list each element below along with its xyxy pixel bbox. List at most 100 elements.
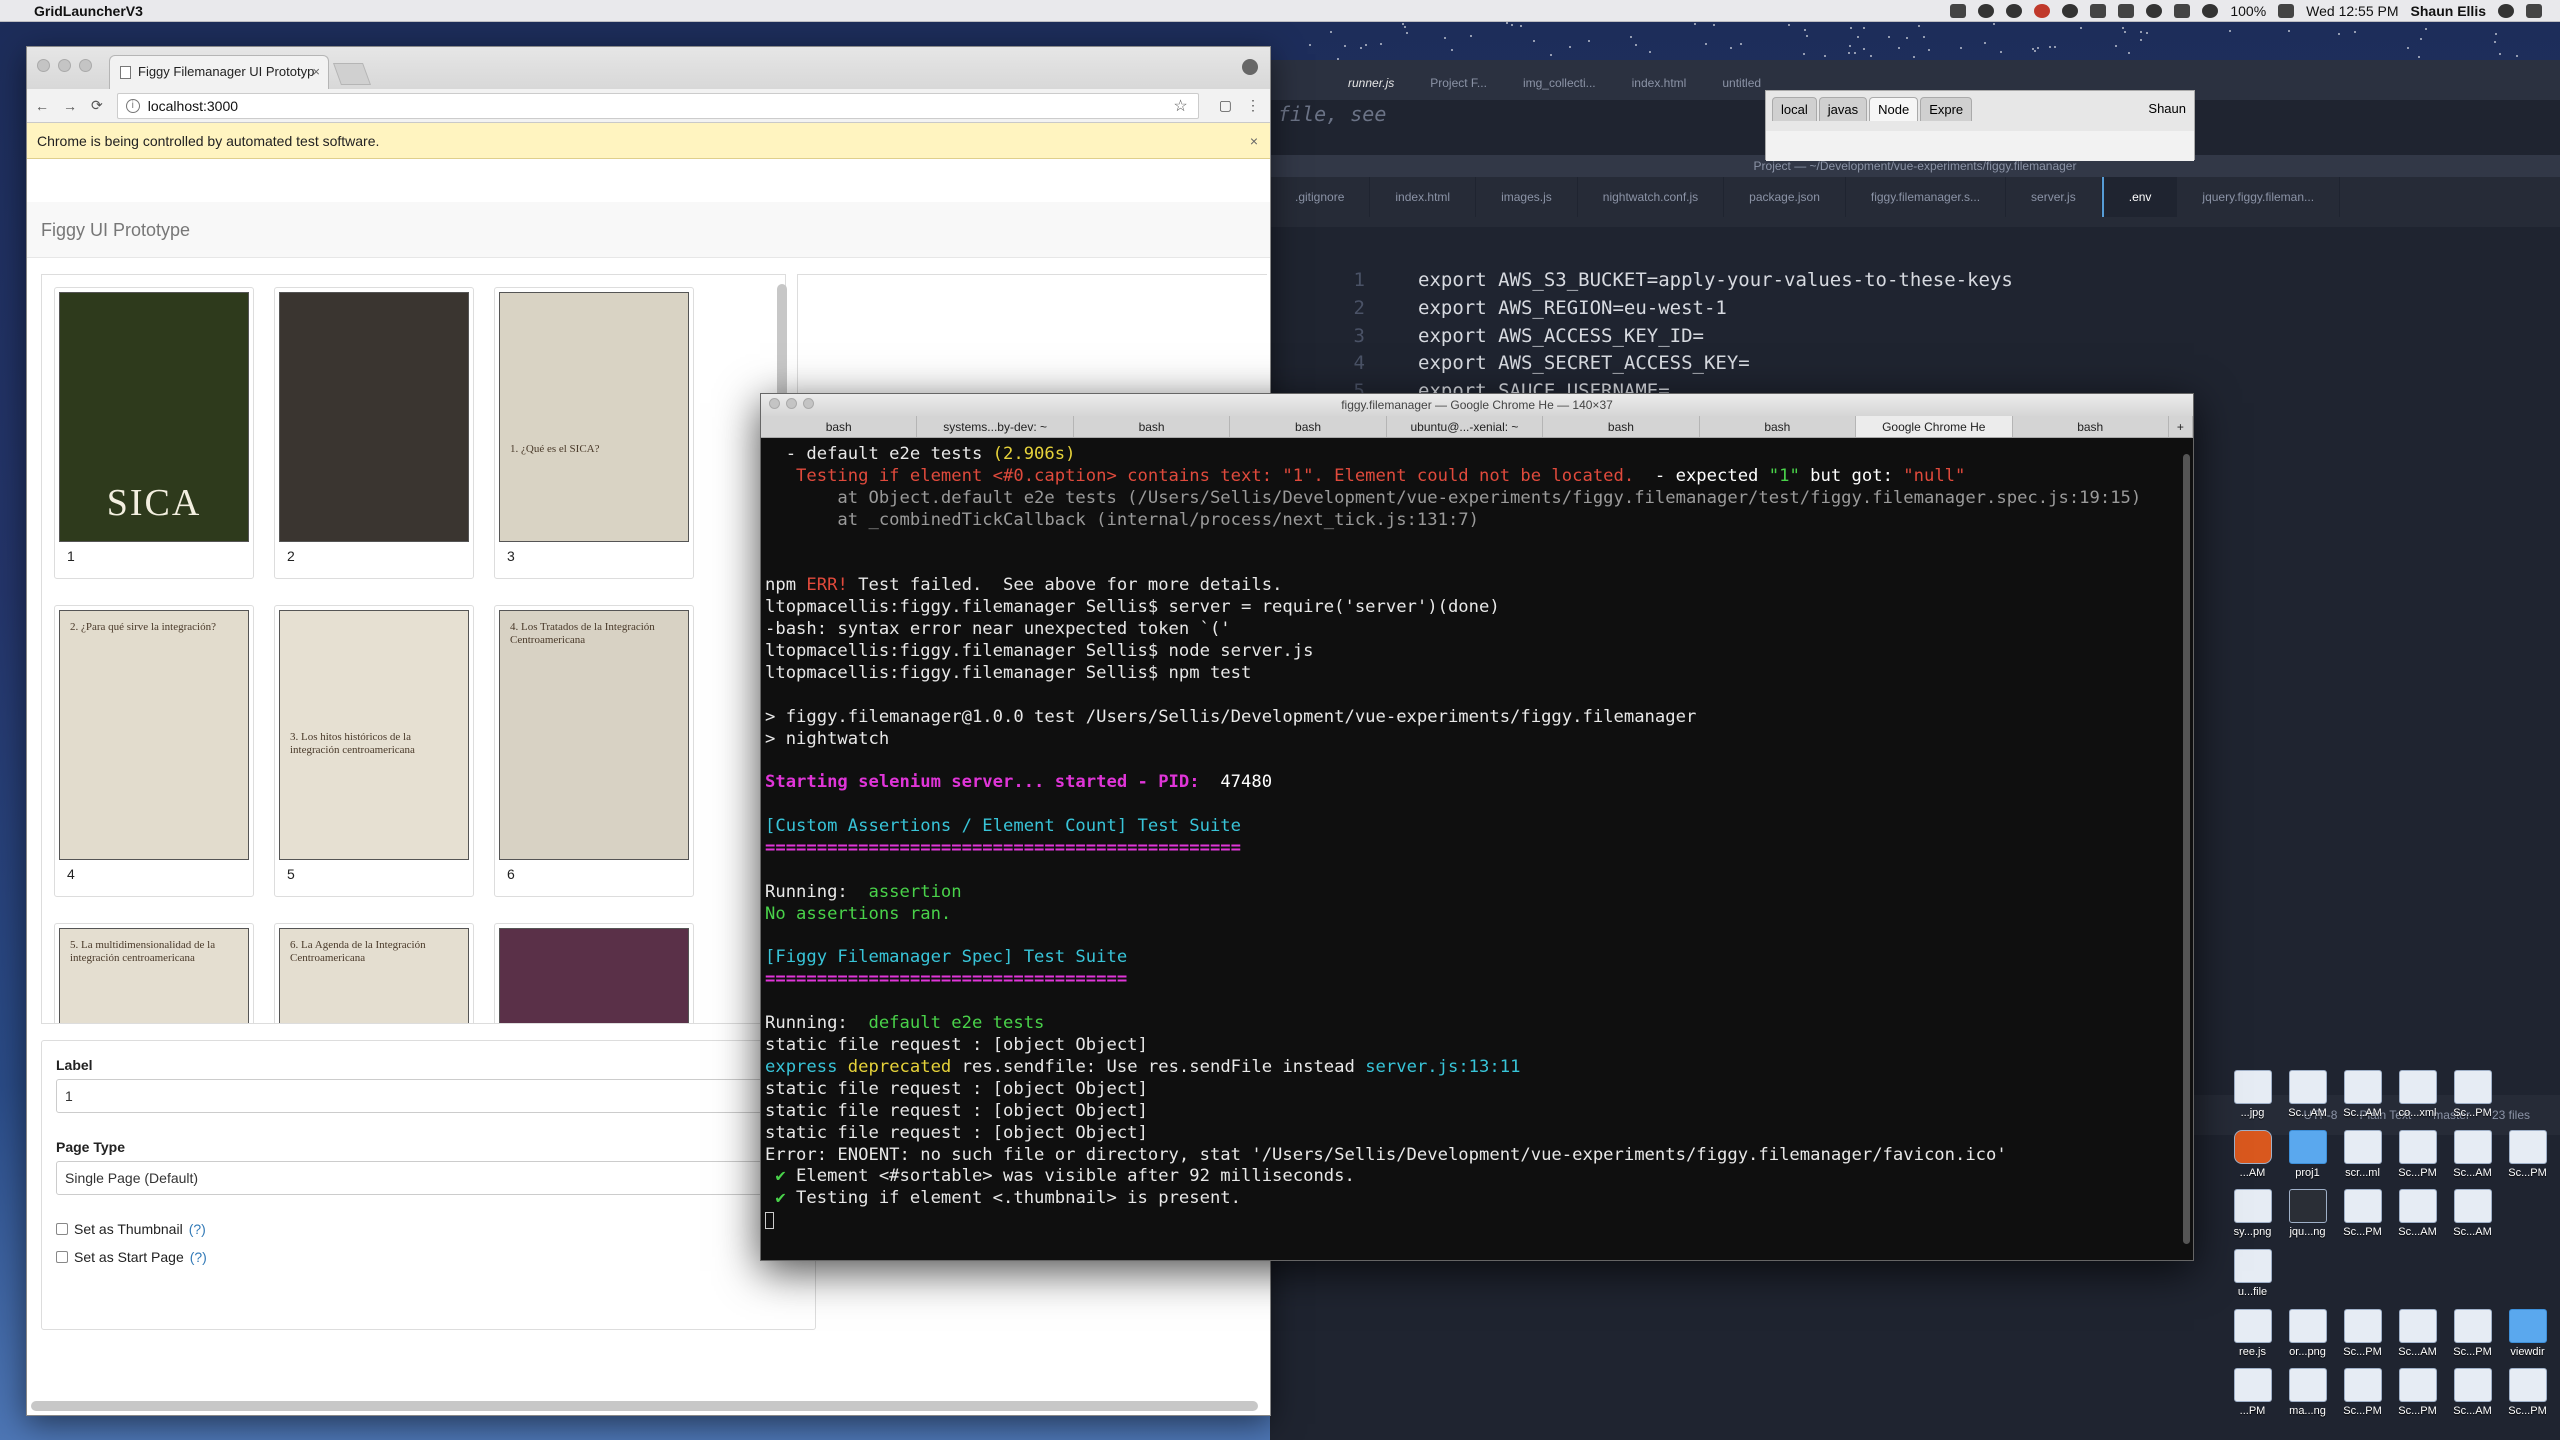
bookmark-star-icon[interactable]: ☆ xyxy=(1173,96,1187,116)
editor-top-tab[interactable]: img_collecti... xyxy=(1505,66,1614,100)
editor-top-tab[interactable]: Project F... xyxy=(1412,66,1505,100)
secondary-chrome-tab[interactable]: Node xyxy=(1869,97,1919,121)
headphones-icon[interactable] xyxy=(2006,3,2023,18)
code-line[interactable]: export AWS_S3_BUCKET=apply-your-values-t… xyxy=(1418,267,2518,295)
close-infobar-icon[interactable]: × xyxy=(1250,133,1258,149)
desktop-file-icon[interactable]: u...file xyxy=(2225,1249,2280,1299)
desktop-file-icon[interactable]: Sc...AM xyxy=(2390,1189,2445,1239)
new-tab-button[interactable] xyxy=(332,63,372,85)
terminal-close-button[interactable] xyxy=(769,398,780,409)
new-terminal-tab-button[interactable]: + xyxy=(2169,416,2193,437)
forward-icon[interactable]: → xyxy=(63,98,77,114)
desktop-file-icon[interactable]: proj1 xyxy=(2280,1130,2335,1179)
terminal-tab[interactable]: systems...by-dev: ~ xyxy=(917,416,1074,437)
notification-center-icon[interactable] xyxy=(2526,3,2542,18)
terminal-prompt-line[interactable] xyxy=(765,1210,2179,1232)
desktop-file-icon[interactable]: Sc...PM xyxy=(2445,1070,2500,1120)
gear-icon[interactable] xyxy=(2118,3,2135,18)
desktop-file-icon[interactable]: sy...png xyxy=(2225,1189,2280,1239)
desktop-file-icon[interactable]: ree.js xyxy=(2225,1309,2280,1358)
battery-icon[interactable] xyxy=(2278,3,2295,18)
desktop-file-icon[interactable]: Sc...PM xyxy=(2335,1189,2390,1239)
secondary-chrome-tab[interactable]: Expre xyxy=(1920,97,1973,121)
set-thumbnail-label[interactable]: Set as Thumbnail xyxy=(74,1221,183,1237)
terminal-tab[interactable]: ubuntu@...-xenial: ~ xyxy=(1387,416,1544,437)
desktop-file-icon[interactable]: Sc...PM xyxy=(2390,1130,2445,1179)
desktop-file-icon[interactable]: ...PM xyxy=(2225,1368,2280,1417)
site-info-icon[interactable]: i xyxy=(125,98,140,113)
desktop-file-icon[interactable]: Sc...AM xyxy=(2445,1189,2500,1239)
desktop-file-icon[interactable]: Sc...AM xyxy=(2335,1070,2390,1120)
terminal-tab[interactable]: Google Chrome He xyxy=(1856,416,2013,437)
desktop-file-icon[interactable]: jqu...ng xyxy=(2280,1189,2335,1239)
user-name[interactable]: Shaun Ellis xyxy=(2411,3,2486,19)
desktop-file-icon[interactable]: ma...ng xyxy=(2280,1368,2335,1417)
thumbnail[interactable]: 4. Los Tratados de la Integración Centro… xyxy=(494,605,694,897)
start-page-help-link[interactable]: (?) xyxy=(190,1249,207,1265)
file-tab[interactable]: nightwatch.conf.js xyxy=(1578,177,1725,217)
desktop-file-icon[interactable]: Sc...PM xyxy=(2500,1130,2555,1179)
sync-icon[interactable] xyxy=(2062,3,2079,18)
terminal-tab[interactable]: bash xyxy=(2013,416,2169,437)
clock-icon[interactable] xyxy=(2146,3,2163,18)
thumbnail[interactable]: 1. ¿Qué es el SICA? 3 xyxy=(494,287,694,579)
thumbnail[interactable]: 2. ¿Para qué sirve la integración? 4 xyxy=(54,605,254,897)
desktop-file-icon[interactable]: Sc...AM xyxy=(2445,1130,2500,1179)
page-horizontal-scrollbar[interactable] xyxy=(31,1401,1258,1411)
desktop-file-icon[interactable]: Sc...AM xyxy=(2445,1368,2500,1417)
desktop-file-icon[interactable]: co...xml xyxy=(2390,1070,2445,1120)
file-tab[interactable]: .gitignore xyxy=(1270,177,1371,217)
desktop-file-icon[interactable]: Sc...PM xyxy=(2335,1309,2390,1358)
secondary-chrome-tab[interactable]: javas xyxy=(1818,97,1868,121)
desktop-file-icon[interactable]: viewdir xyxy=(2500,1309,2555,1358)
address-url[interactable]: localhost:3000 xyxy=(148,98,238,114)
close-window-button[interactable] xyxy=(37,59,50,72)
battery-percent[interactable]: 100% xyxy=(2230,3,2266,19)
code-line[interactable]: export AWS_REGION=eu-west-1 xyxy=(1418,295,2518,323)
browser-tab[interactable]: Figgy Filemanager UI Prototyp × xyxy=(109,55,329,89)
file-tab[interactable]: images.js xyxy=(1476,177,1578,217)
dropbox-icon[interactable] xyxy=(1950,3,1967,18)
bluetooth-icon[interactable] xyxy=(1978,3,1995,18)
back-icon[interactable]: ← xyxy=(35,98,49,114)
file-tab[interactable]: jquery.figgy.fileman... xyxy=(2177,177,2341,217)
file-tab[interactable]: figgy.filemanager.s... xyxy=(1846,177,2007,217)
sortable-thumbnail-grid[interactable]: SICA 1 2 1. ¿Qué es el SICA? 3 2. ¿Para qué s… xyxy=(41,274,786,1024)
desktop-file-icon[interactable]: or...png xyxy=(2280,1309,2335,1358)
file-tab-active[interactable]: .env xyxy=(2101,177,2178,217)
clock-datetime[interactable]: Wed 12:55 PM xyxy=(2306,3,2398,19)
app-brand[interactable]: Figgy UI Prototype xyxy=(41,220,190,240)
desktop-file-icon[interactable]: ...AM xyxy=(2225,1130,2280,1179)
spotlight-icon[interactable] xyxy=(2498,3,2514,18)
thumbnail[interactable]: SICA 1 xyxy=(54,287,254,579)
terminal-output[interactable]: - default e2e tests (2.906s) Testing if … xyxy=(765,444,2179,1260)
thumbnail[interactable]: 3. Los hitos históricos de la integració… xyxy=(274,605,474,897)
terminal-tab[interactable]: bash xyxy=(1074,416,1231,437)
file-tab[interactable]: package.json xyxy=(1724,177,1846,217)
active-app-name[interactable]: GridLauncherV3 xyxy=(34,3,143,19)
minimize-window-button[interactable] xyxy=(58,59,71,72)
desktop-file-icon[interactable]: Sc...AM xyxy=(2390,1309,2445,1358)
desktop-file-icon[interactable]: Sc...PM xyxy=(2335,1368,2390,1417)
wifi-icon[interactable] xyxy=(2202,3,2219,18)
set-thumbnail-checkbox[interactable] xyxy=(56,1223,68,1235)
thumbnail[interactable]: 6. La Agenda de la Integración Centroame… xyxy=(274,923,474,1023)
secondary-chrome-user[interactable]: Shaun xyxy=(2148,101,2186,116)
thumbnail[interactable] xyxy=(494,923,694,1023)
editor-top-tab[interactable]: index.html xyxy=(1614,66,1705,100)
close-tab-icon[interactable]: × xyxy=(312,56,320,88)
volume-icon[interactable] xyxy=(2174,3,2191,18)
terminal-tab[interactable]: bash xyxy=(1230,416,1387,437)
secondary-chrome-tab[interactable]: local xyxy=(1772,97,1817,121)
label-input[interactable]: 1 xyxy=(56,1079,801,1113)
address-bar[interactable]: i localhost:3000 ☆ xyxy=(116,92,1199,119)
file-tab[interactable]: server.js xyxy=(2006,177,2102,217)
desktop-file-icon[interactable]: scr...ml xyxy=(2335,1130,2390,1179)
desktop-file-icon[interactable]: Sc...AM xyxy=(2280,1070,2335,1120)
set-start-page-checkbox[interactable] xyxy=(56,1251,68,1263)
thumbnail[interactable]: 5. La multidimensionalidad de la integra… xyxy=(54,923,254,1023)
profile-icon[interactable] xyxy=(1242,59,1258,75)
terminal-minimize-button[interactable] xyxy=(786,398,797,409)
thumbnail[interactable]: 2 xyxy=(274,287,474,579)
terminal-tab[interactable]: bash xyxy=(761,416,918,437)
